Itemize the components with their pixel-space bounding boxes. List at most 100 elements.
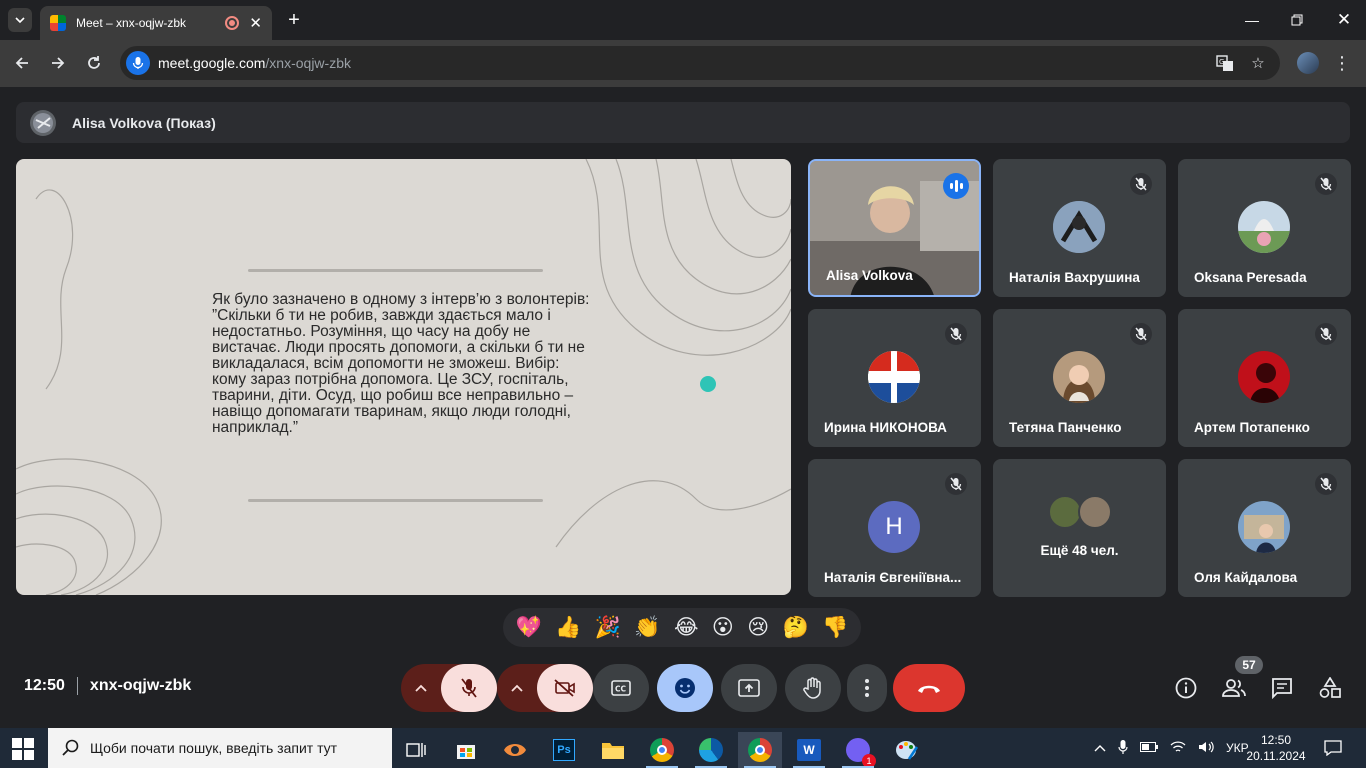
more-participants-label: Ещё 48 чел.	[1040, 543, 1119, 558]
participant-tile[interactable]: Ирина НИКОНОВА	[808, 309, 981, 447]
reaction-laugh[interactable]: 😂	[674, 615, 699, 640]
participant-tile[interactable]: Н Наталія Євгеніївна...	[808, 459, 981, 597]
forward-button[interactable]	[46, 51, 70, 75]
presenter-label: Alisa Volkova (Показ)	[72, 114, 216, 131]
windows-start-icon[interactable]	[12, 738, 34, 760]
bookmark-star-icon[interactable]: ☆	[1246, 51, 1270, 75]
people-button[interactable]	[1222, 676, 1246, 700]
volume-icon[interactable]	[1198, 740, 1214, 757]
paint-icon[interactable]	[885, 732, 929, 768]
microphone-control	[401, 664, 497, 712]
close-tab-icon[interactable]: ✕	[249, 14, 262, 32]
meeting-info: 12:50 xnx-oqjw-zbk	[24, 677, 191, 695]
reaction-sad[interactable]: 😢	[747, 615, 769, 640]
eye-app-icon[interactable]	[493, 732, 537, 768]
audio-options-button[interactable]	[401, 684, 441, 692]
more-vert-icon	[865, 679, 869, 697]
new-tab-button[interactable]: +	[282, 8, 306, 32]
task-view-icon[interactable]	[394, 732, 438, 768]
meeting-time: 12:50	[24, 677, 65, 694]
viber-icon[interactable]: 1	[836, 732, 880, 768]
video-options-button[interactable]	[497, 684, 537, 692]
meeting-details-button[interactable]	[1174, 676, 1198, 700]
closed-captions-icon: CC	[611, 680, 631, 696]
chat-button[interactable]	[1270, 676, 1294, 700]
browser-tab-bar: Meet – xnx-oqjw-zbk ✕ + — ✕	[0, 0, 1366, 40]
avatar	[1238, 351, 1290, 403]
more-options-button[interactable]	[847, 664, 887, 712]
address-toolbar: meet.google.com/xnx-oqjw-zbk G ☆ ⋮	[0, 40, 1366, 87]
microphone-tray-icon[interactable]	[1118, 739, 1128, 758]
reaction-thumbs-up[interactable]: 👍	[555, 616, 581, 640]
microphone-in-use-icon[interactable]	[126, 51, 150, 75]
translate-icon[interactable]: G	[1213, 51, 1237, 75]
search-icon	[62, 739, 79, 756]
hand-icon	[803, 677, 821, 699]
action-center-icon[interactable]	[1324, 728, 1342, 768]
shared-screen: Як було зазначено в одному з інтерв’ю з …	[16, 159, 791, 595]
windows-taskbar: Щоби почати пошук, введіть запит тут Ps …	[0, 728, 1366, 768]
minimize-button[interactable]: —	[1240, 8, 1264, 32]
reload-icon	[88, 56, 100, 69]
meet-favicon-icon	[50, 15, 66, 31]
laser-pointer	[700, 376, 716, 392]
raise-hand-button[interactable]	[785, 664, 841, 712]
meeting-code: xnx-oqjw-zbk	[89, 677, 192, 694]
present-screen-icon	[738, 679, 760, 697]
participant-name: Alisa Volkova	[826, 268, 913, 283]
more-participants-tile[interactable]: Ещё 48 чел.	[993, 459, 1166, 597]
participant-name: Oksana Peresada	[1194, 270, 1307, 285]
participant-tile[interactable]: Alisa Volkova	[808, 159, 981, 297]
search-placeholder: Щоби почати пошук, введіть запит тут	[90, 740, 338, 756]
battery-icon[interactable]	[1140, 741, 1158, 755]
chrome-icon[interactable]	[640, 732, 684, 768]
activities-button[interactable]	[1318, 676, 1342, 700]
reaction-thinking[interactable]: 🤔	[783, 616, 809, 640]
leave-call-button[interactable]	[893, 664, 965, 712]
mic-off-icon	[1315, 473, 1337, 495]
profile-avatar[interactable]	[1296, 51, 1320, 75]
presenter-avatar	[30, 109, 56, 136]
reactions-button[interactable]	[657, 664, 713, 712]
file-explorer-icon[interactable]	[591, 732, 635, 768]
tab-search-button[interactable]	[8, 8, 32, 32]
reaction-clap[interactable]: 👏	[634, 616, 660, 640]
camera-control	[497, 664, 593, 712]
browser-tab-meet[interactable]: Meet – xnx-oqjw-zbk ✕	[40, 6, 272, 40]
system-clock[interactable]: 12:50 20.11.2024	[1246, 732, 1306, 764]
participant-tile[interactable]: Тетяна Панченко	[993, 309, 1166, 447]
avatar	[1048, 495, 1082, 529]
edge-icon[interactable]	[689, 732, 733, 768]
reaction-heart[interactable]: 💖	[516, 616, 542, 640]
camera-toggle-button[interactable]	[537, 664, 593, 712]
close-window-button[interactable]: ✕	[1332, 8, 1356, 32]
more-menu-icon[interactable]: ⋮	[1330, 51, 1354, 75]
wifi-icon[interactable]	[1170, 740, 1186, 757]
microsoft-store-icon[interactable]	[444, 732, 488, 768]
viber-notification-badge: 1	[862, 754, 876, 768]
reaction-surprised[interactable]: 😮	[712, 615, 734, 640]
svg-text:G: G	[1219, 58, 1224, 66]
participant-tile[interactable]: Артем Потапенко	[1178, 309, 1351, 447]
url-bar[interactable]: meet.google.com/xnx-oqjw-zbk	[120, 46, 1280, 80]
mic-toggle-button[interactable]	[441, 664, 497, 712]
taskbar-search-box[interactable]: Щоби почати пошук, введіть запит тут	[48, 728, 392, 768]
emoji-icon	[675, 678, 695, 698]
reaction-thumbs-down[interactable]: 👎	[822, 616, 848, 640]
participant-tile[interactable]: Оля Кайдалова	[1178, 459, 1351, 597]
restore-button[interactable]	[1285, 8, 1309, 32]
participant-tile[interactable]: Oksana Peresada	[1178, 159, 1351, 297]
chrome-active-icon[interactable]	[738, 732, 782, 768]
captions-button[interactable]: CC	[593, 664, 649, 712]
mic-off-icon	[461, 678, 477, 698]
chevron-up-icon	[415, 684, 427, 692]
word-icon[interactable]: W	[787, 732, 831, 768]
photoshop-icon[interactable]: Ps	[542, 732, 586, 768]
chevron-up-icon[interactable]	[1094, 741, 1106, 755]
reaction-party[interactable]: 🎉	[595, 616, 621, 640]
back-button[interactable]	[10, 51, 34, 75]
participant-tile[interactable]: Наталія Вахрушина	[993, 159, 1166, 297]
present-screen-button[interactable]	[721, 664, 777, 712]
arrow-right-icon	[52, 57, 65, 69]
reload-button[interactable]	[82, 51, 106, 75]
